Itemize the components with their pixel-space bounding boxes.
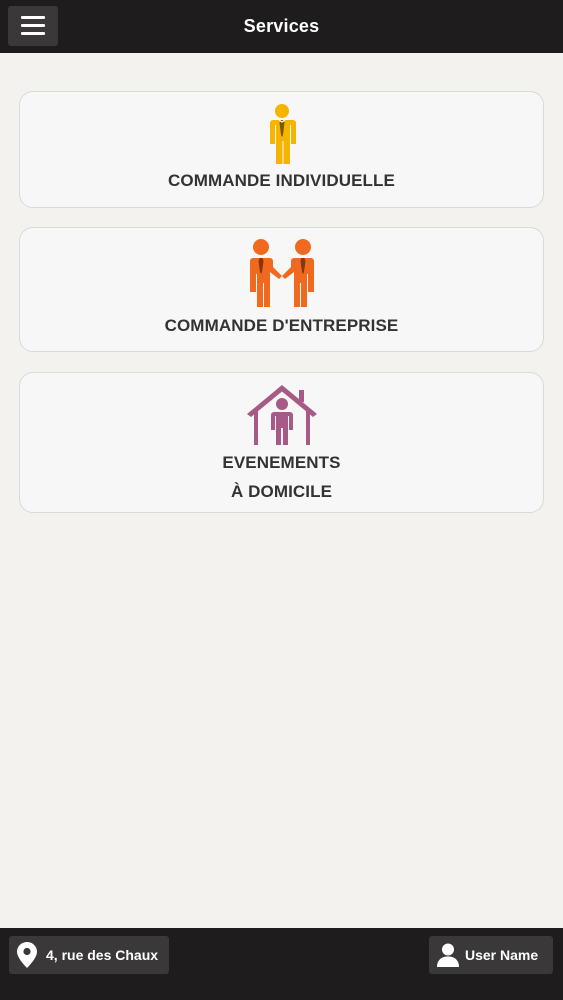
user-icon xyxy=(437,943,459,967)
service-label-line2: À DOMICILE xyxy=(230,482,333,501)
user-name-label: User Name xyxy=(465,947,539,963)
top-bar: Services xyxy=(0,0,563,53)
service-label: COMMANDE INDIVIDUELLE xyxy=(168,171,395,190)
page-title: Services xyxy=(243,16,320,36)
service-card-individual[interactable]: COMMANDE INDIVIDUELLE xyxy=(19,91,544,208)
location-pin-icon xyxy=(17,942,37,968)
menu-button[interactable] xyxy=(8,6,58,46)
service-label: COMMANDE D'ENTREPRISE xyxy=(164,316,399,335)
address-label: 4, rue des Chaux xyxy=(46,947,159,963)
service-card-company[interactable]: COMMANDE D'ENTREPRISE xyxy=(19,227,544,352)
address-button[interactable]: 4, rue des Chaux xyxy=(9,936,169,974)
businessman-icon xyxy=(266,104,298,166)
service-label-line1: EVENEMENTS xyxy=(222,453,341,472)
app-screen: Services COMMANDE INDIVIDUELLE COMMANDE … xyxy=(0,0,563,1000)
hamburger-menu-icon xyxy=(21,16,45,36)
bottom-bar: 4, rue des Chaux User Name xyxy=(0,928,563,1000)
home-person-icon xyxy=(246,384,318,446)
user-button[interactable]: User Name xyxy=(429,936,553,974)
service-card-home-events[interactable]: EVENEMENTS À DOMICILE xyxy=(19,372,544,513)
handshake-icon xyxy=(246,239,318,311)
